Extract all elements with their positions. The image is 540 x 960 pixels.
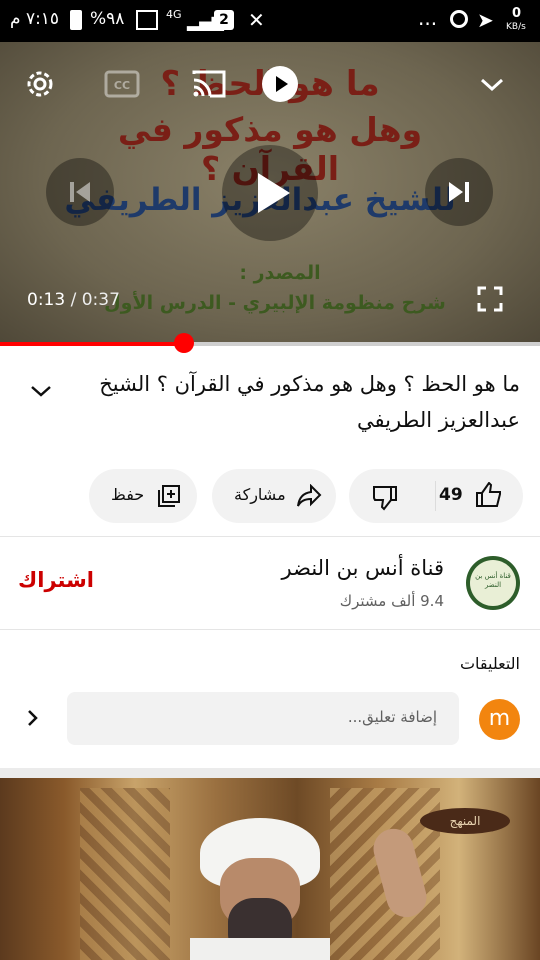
video-title[interactable]: ما هو الحظ ؟ وهل هو مذكور في القرآن ؟ ال… <box>80 366 520 438</box>
like-dislike-group: 49 <box>349 469 523 523</box>
channel-avatar-text: قناة أنس بن النضر <box>475 572 511 589</box>
previous-button[interactable] <box>46 158 114 226</box>
next-video-thumbnail[interactable]: المنهج <box>0 778 540 960</box>
mute-icon: ✕ <box>248 8 265 32</box>
user-avatar: m <box>479 699 520 740</box>
seek-handle[interactable] <box>173 333 194 353</box>
captions-button[interactable]: CC <box>104 70 140 98</box>
comments-title[interactable]: التعليقات <box>460 654 520 673</box>
status-bar: ٧:١٥ م %٩٨ 4G ▂▄▆ 2 ✕ ... ➤ 0 KB/s <box>0 0 540 42</box>
share-button[interactable]: مشاركة <box>212 469 336 523</box>
captions-icon: CC <box>104 70 140 98</box>
video-overlay-line5: شرح منظومة الإلبيري - الدرس الأول <box>104 292 446 314</box>
cast-button[interactable] <box>190 68 228 100</box>
expand-description-button[interactable] <box>28 378 54 408</box>
dislike-button[interactable] <box>349 469 435 523</box>
fullscreen-icon <box>477 286 503 312</box>
autoplay-toggle[interactable] <box>262 66 298 102</box>
next-button[interactable] <box>425 158 493 226</box>
share-label: مشاركة <box>234 485 286 504</box>
more-icon: ... <box>418 6 438 30</box>
telegram-icon: ➤ <box>477 8 494 32</box>
seek-bar-progress <box>0 342 184 346</box>
svg-text:CC: CC <box>114 79 130 92</box>
subscribe-button[interactable]: اشتراك <box>18 568 94 592</box>
record-icon <box>450 10 468 28</box>
total-time: 0:37 <box>81 290 120 310</box>
signal-icon <box>136 10 158 30</box>
current-time: 0:13 <box>27 290 66 310</box>
skip-next-icon <box>449 182 469 202</box>
autoplay-play-icon <box>276 76 288 92</box>
battery-icon <box>70 10 82 30</box>
comment-placeholder: إضافة تعليق... <box>347 708 437 726</box>
cast-icon <box>192 70 226 98</box>
net-speed-value: 0 <box>512 6 522 21</box>
open-comments-button[interactable] <box>24 706 42 734</box>
thumbs-down-icon <box>373 486 397 511</box>
chevron-down-icon <box>31 386 51 397</box>
network-type: 4G <box>166 8 182 21</box>
time-display: 0:13 / 0:37 <box>27 290 120 310</box>
divider <box>0 629 540 630</box>
minimize-button[interactable] <box>478 72 506 96</box>
battery-level: %٩٨ <box>90 9 125 29</box>
speaker-figure <box>190 818 330 960</box>
status-time: ٧:١٥ م <box>10 9 60 29</box>
settings-button[interactable] <box>22 66 58 102</box>
like-count: 49 <box>439 485 463 505</box>
time-separator: / <box>65 290 82 310</box>
gear-icon <box>27 71 53 97</box>
chevron-down-icon <box>480 78 504 92</box>
next-video-watermark: المنهج <box>420 808 510 834</box>
chevron-right-icon <box>28 710 38 726</box>
channel-avatar[interactable]: قناة أنس بن النضر <box>466 556 520 610</box>
play-icon <box>258 173 290 213</box>
add-to-playlist-icon <box>158 485 180 507</box>
sim-badge: 2 <box>214 10 234 30</box>
divider <box>0 536 540 537</box>
video-player[interactable]: ما هو الحظ ؟ وهل هو مذكور في القرآن ؟ لل… <box>0 42 540 344</box>
video-overlay-line4: المصدر : <box>239 262 321 284</box>
channel-name[interactable]: قناة أنس بن النضر <box>282 556 444 580</box>
save-button[interactable]: حفظ <box>89 469 197 523</box>
play-button[interactable] <box>222 145 318 241</box>
skip-previous-icon <box>70 182 90 202</box>
fullscreen-button[interactable] <box>477 286 503 312</box>
thumbs-up-icon <box>476 482 501 507</box>
subscriber-count: 9.4 ألف مشترك <box>339 592 444 610</box>
save-label: حفظ <box>111 485 145 504</box>
share-icon <box>297 484 322 507</box>
add-comment-input[interactable]: إضافة تعليق... <box>67 692 459 745</box>
like-button[interactable]: 49 <box>436 469 523 523</box>
net-speed-unit: KB/s <box>506 22 526 32</box>
